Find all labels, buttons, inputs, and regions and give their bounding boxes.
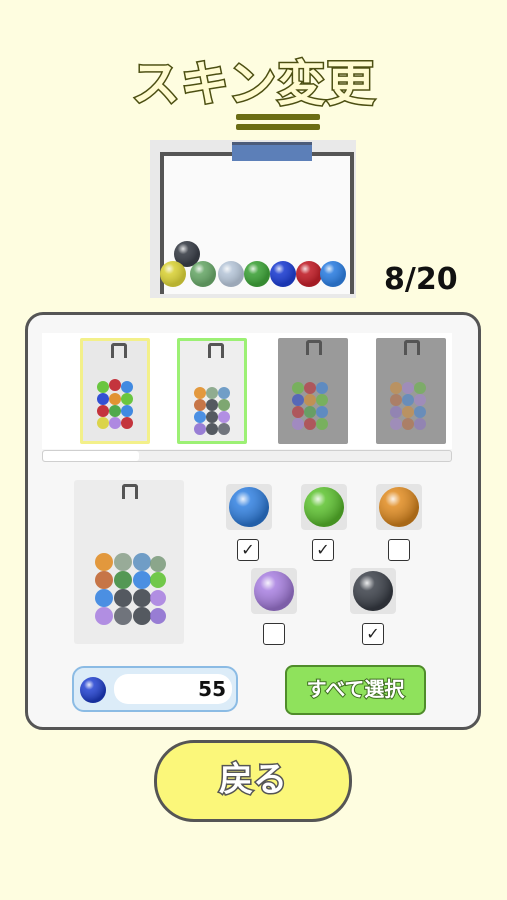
orange-marble-icon [379, 487, 419, 527]
hook-icon [306, 340, 322, 355]
color-swatch-blue[interactable] [226, 484, 272, 530]
checkbox-dark-gray[interactable]: ✓ [362, 623, 384, 645]
preview-marbles [95, 553, 166, 625]
color-swatch-green[interactable] [301, 484, 347, 530]
marble-cluster [97, 379, 133, 429]
hook-icon [111, 343, 127, 358]
blue-marble-icon [80, 677, 106, 703]
color-swatch-orange[interactable] [376, 484, 422, 530]
skin-thumbnail-2[interactable] [177, 338, 247, 444]
hook-icon [208, 343, 224, 358]
skin-scrollbar-thumb[interactable] [43, 451, 139, 461]
marble-cluster [194, 387, 230, 435]
checkbox-purple[interactable] [263, 623, 285, 645]
color-swatch-dark-gray[interactable] [350, 568, 396, 614]
progress-counter: 8/20 [384, 262, 458, 297]
machine-dispenser [232, 142, 312, 161]
checkbox-orange[interactable] [388, 539, 410, 561]
marble-cluster [390, 382, 426, 430]
skin-preview [74, 480, 184, 644]
hook-icon [404, 340, 420, 355]
marble-cluster [292, 382, 328, 430]
select-all-button[interactable]: すべて選択 [285, 665, 426, 715]
green-marble-icon [304, 487, 344, 527]
hook-icon [122, 484, 138, 499]
checkbox-green[interactable]: ✓ [312, 539, 334, 561]
checkbox-blue[interactable]: ✓ [237, 539, 259, 561]
skin-thumbnail-3[interactable] [278, 338, 348, 444]
dark-gray-marble-icon [353, 571, 393, 611]
machine-marbles [160, 241, 346, 287]
skin-thumbnail-1[interactable] [80, 338, 150, 444]
title-underline [236, 124, 320, 130]
purple-marble-icon [254, 571, 294, 611]
coin-count: 55 [198, 677, 226, 701]
blue-marble-icon [229, 487, 269, 527]
back-button[interactable]: 戻る [154, 740, 352, 822]
title-underline [236, 114, 320, 120]
skin-thumbnail-4[interactable] [376, 338, 446, 444]
page-title: スキン変更 [130, 55, 376, 114]
color-swatch-purple[interactable] [251, 568, 297, 614]
